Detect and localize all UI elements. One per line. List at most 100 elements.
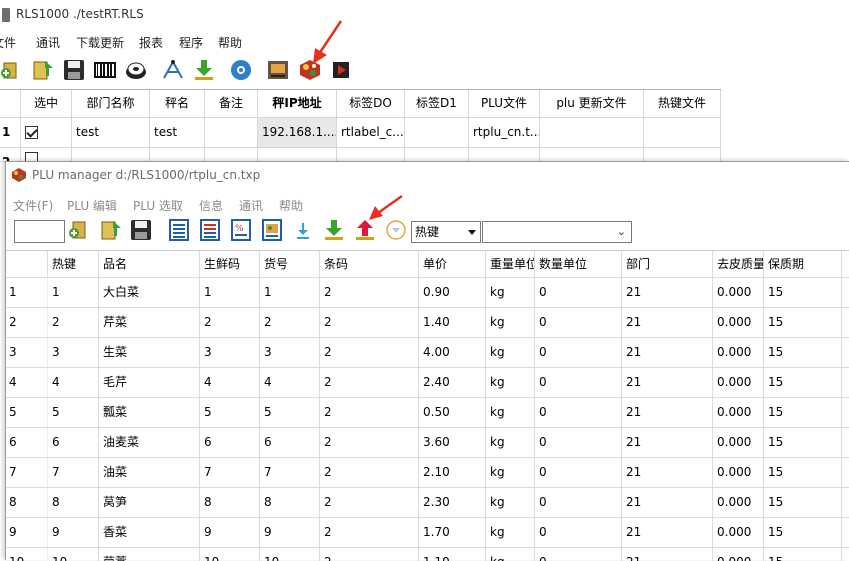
header-plu-update-file[interactable]: plu 更新文件 (540, 90, 644, 118)
cell-weight-unit[interactable]: kg (486, 548, 535, 561)
cell-fresh-code[interactable]: 7 (200, 458, 260, 488)
cell-hotkey[interactable]: 4 (48, 368, 99, 398)
cell-barcode[interactable]: 2 (320, 428, 419, 458)
cell-scale-ip[interactable]: 192.168.1.... (258, 118, 337, 148)
cell-fresh-code[interactable]: 3 (200, 338, 260, 368)
header-label-d0[interactable]: 标签DO (337, 90, 405, 118)
cell-shelf-life[interactable]: 15 (764, 518, 842, 548)
cell-label-d1[interactable] (405, 118, 469, 148)
cell-fresh-code[interactable]: 2 (200, 308, 260, 338)
add-icon[interactable] (67, 218, 91, 242)
picture-icon[interactable] (260, 218, 284, 242)
cell-tare[interactable]: 0.000 (713, 488, 764, 518)
cell-unit-price[interactable]: 1.70 (419, 518, 486, 548)
cell-unit-price[interactable]: 2.30 (419, 488, 486, 518)
cell-tare[interactable]: 0.000 (713, 398, 764, 428)
cell-unit-price[interactable]: 0.50 (419, 398, 486, 428)
edit-list-icon[interactable] (198, 218, 222, 242)
cell-extra[interactable] (842, 368, 849, 398)
cell-barcode[interactable]: 2 (320, 458, 419, 488)
cell-fresh-code[interactable]: 10 (200, 548, 260, 561)
menu-info[interactable]: 信息 (199, 197, 223, 214)
header-plu-file[interactable]: PLU文件 (469, 90, 540, 118)
cell-shelf-life[interactable]: 15 (764, 398, 842, 428)
cell-barcode[interactable]: 2 (320, 308, 419, 338)
cell-item-no[interactable]: 3 (260, 338, 320, 368)
cell-fresh-code[interactable]: 5 (200, 398, 260, 428)
cell-qty-unit[interactable]: 0 (535, 518, 622, 548)
cell-qty-unit[interactable]: 0 (535, 338, 622, 368)
grid-cell[interactable] (205, 148, 258, 162)
cell-qty-unit[interactable]: 0 (535, 398, 622, 428)
cell-hotkey[interactable]: 1 (48, 278, 99, 308)
cell-item-no[interactable]: 5 (260, 398, 320, 428)
grid-cell[interactable] (469, 148, 540, 162)
menu-report[interactable]: 报表 (139, 34, 163, 51)
network-icon[interactable] (161, 58, 185, 82)
table-row[interactable]: 1 1 大白菜 1 1 2 0.90 kg 0 21 0.000 15 (6, 278, 849, 308)
cell-dept[interactable]: 21 (622, 368, 713, 398)
header-dept[interactable]: 部门 (622, 251, 713, 278)
cell-shelf-life[interactable]: 15 (764, 338, 842, 368)
cell-dept[interactable]: 21 (622, 458, 713, 488)
cell-item-no[interactable]: 4 (260, 368, 320, 398)
header-label-d1[interactable]: 标签D1 (405, 90, 469, 118)
barcode-icon[interactable] (93, 58, 117, 82)
cell-extra[interactable] (842, 338, 849, 368)
cell-dept-name[interactable]: test (72, 118, 150, 148)
percent-icon[interactable]: % (229, 218, 253, 242)
cell-plu-update-file[interactable] (540, 118, 644, 148)
hotkey-select[interactable]: 热键 (411, 221, 481, 243)
table-row[interactable]: 1010茼蒿101021.10kg0210.00015 (6, 548, 849, 561)
cell-dept[interactable]: 21 (622, 398, 713, 428)
cell-hotkey-file[interactable] (644, 118, 721, 148)
table-row[interactable]: 4 4 毛芹 4 4 2 2.40 kg 0 21 0.000 15 (6, 368, 849, 398)
cell-weight-unit[interactable]: kg (486, 368, 535, 398)
download-icon[interactable] (192, 58, 216, 82)
header-item-no[interactable]: 货号 (260, 251, 320, 278)
menu-help[interactable]: 帮助 (218, 34, 242, 51)
cell-unit-price[interactable]: 2.40 (419, 368, 486, 398)
cell-plu-file[interactable]: rtplu_cn.t... (469, 118, 540, 148)
new-icon[interactable] (0, 58, 24, 82)
header-dept-name[interactable]: 部门名称 (72, 90, 150, 118)
cell-hotkey[interactable]: 6 (48, 428, 99, 458)
cell-shelf-life[interactable]: 15 (764, 548, 842, 561)
open-icon[interactable] (99, 218, 123, 242)
table-row[interactable]: 3 3 生菜 3 3 2 4.00 kg 0 21 0.000 15 (6, 338, 849, 368)
cell-item-no[interactable]: 10 (260, 548, 320, 561)
menu-download-update[interactable]: 下载更新 (76, 34, 124, 51)
cell-qty-unit[interactable]: 0 (535, 368, 622, 398)
cell-weight-unit[interactable]: kg (486, 278, 535, 308)
cell-qty-unit[interactable]: 0 (535, 308, 622, 338)
scale-icon[interactable] (266, 58, 290, 82)
cell-qty-unit[interactable]: 0 (535, 458, 622, 488)
cell-extra[interactable] (842, 308, 849, 338)
cell-tare[interactable]: 0.000 (713, 338, 764, 368)
save-icon[interactable] (62, 58, 86, 82)
cell-qty-unit[interactable]: 0 (535, 278, 622, 308)
cell-tare[interactable]: 0.000 (713, 308, 764, 338)
cell-barcode[interactable]: 2 (320, 518, 419, 548)
cell-barcode[interactable]: 2 (320, 488, 419, 518)
cell-item-no[interactable]: 1 (260, 278, 320, 308)
grid-cell[interactable] (644, 148, 721, 162)
cell-weight-unit[interactable]: kg (486, 338, 535, 368)
list-icon[interactable] (167, 218, 191, 242)
cell-extra[interactable] (842, 548, 849, 561)
cell-dept[interactable]: 21 (622, 488, 713, 518)
cell-unit-price[interactable]: 1.40 (419, 308, 486, 338)
cell-hotkey[interactable]: 2 (48, 308, 99, 338)
cell-unit-price[interactable]: 0.90 (419, 278, 486, 308)
cell-shelf-life[interactable]: 15 (764, 368, 842, 398)
cell-dept[interactable]: 21 (622, 308, 713, 338)
table-row[interactable]: 7 7 油菜 7 7 2 2.10 kg 0 21 0.000 15 (6, 458, 849, 488)
cell-tare[interactable]: 0.000 (713, 428, 764, 458)
plu-search-input[interactable] (14, 220, 65, 243)
cell-hotkey[interactable]: 10 (48, 548, 99, 561)
cell-item-no[interactable]: 7 (260, 458, 320, 488)
header-fresh-code[interactable]: 生鲜码 (200, 251, 260, 278)
cell-fresh-code[interactable]: 8 (200, 488, 260, 518)
cell-shelf-life[interactable]: 15 (764, 278, 842, 308)
cell-barcode[interactable]: 2 (320, 278, 419, 308)
